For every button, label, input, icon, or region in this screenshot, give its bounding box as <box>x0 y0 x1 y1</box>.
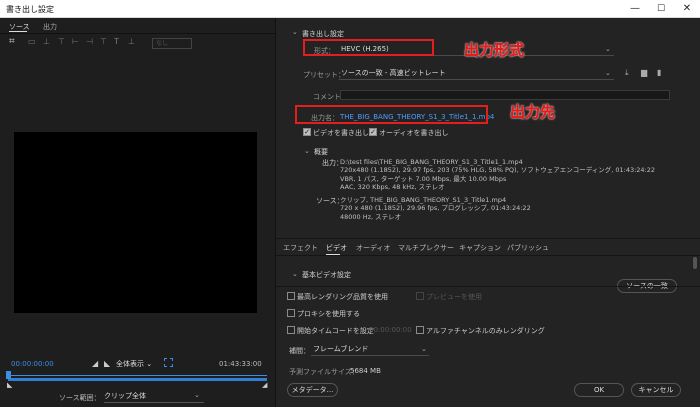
align-right-icon[interactable]: ⊢ <box>72 37 79 46</box>
summary-output-line: VBR, 1 パス, ターゲット 7.00 Mbps, 最大 10.00 Mbp… <box>340 174 507 183</box>
format-highlight-box <box>303 39 434 56</box>
delete-preset-icon[interactable]: ▮ <box>657 68 661 77</box>
out-point-icon[interactable]: ◢ <box>262 381 267 389</box>
summary-output-line: 720x480 (1.1852), 29.97 fps, 203 (75% HL… <box>340 166 656 175</box>
collapse-chevron-icon[interactable]: ⌄ <box>292 270 298 278</box>
tab-video[interactable]: ビデオ <box>326 243 347 253</box>
annotation-format: 出力形式 <box>464 41 525 59</box>
summary-source-line: 720 x 480 (1.1852), 29.96 fps, プログレッシブ, … <box>340 204 531 213</box>
source-range-label: ソース範囲： <box>59 394 101 402</box>
active-tab-indicator <box>9 31 27 32</box>
chevron-down-icon: ⌄ <box>421 345 427 353</box>
metadata-button[interactable]: メタデータ... <box>287 383 338 397</box>
scrollbar-thumb[interactable] <box>693 257 697 269</box>
align-bottom-icon[interactable]: ⊤ <box>100 37 107 46</box>
align-top-icon[interactable]: ⊤ <box>58 37 65 46</box>
close-button[interactable]: ✕ <box>674 0 700 18</box>
summary-source: クリップ, THE_BIG_BANG_THEORY_S1_3_Title1.mp… <box>340 196 531 221</box>
import-preset-icon[interactable]: ▆ <box>641 68 647 77</box>
annotation-destination: 出力先 <box>510 103 556 121</box>
summary-output: D:\test files\THE_BIG_BANG_THEORY_S1_3_T… <box>340 158 655 191</box>
ok-button[interactable]: OK <box>574 383 624 397</box>
timeline-range[interactable] <box>8 378 267 381</box>
estimated-size-label: 予測ファイルサイズ： <box>289 368 359 376</box>
max-render-label: 最高レンダリング品質を使用 <box>297 293 388 301</box>
estimated-size-value: 5684 MB <box>350 367 381 375</box>
proxy-checkbox[interactable] <box>287 309 295 317</box>
section-title-export: 書き出し設定 <box>302 30 344 38</box>
start-timecode-label: 開始タイムコードを設定 <box>297 327 374 335</box>
aspect-fit-icon[interactable] <box>164 358 173 367</box>
use-preview-label: プレビューを使用 <box>426 293 482 301</box>
export-video-checkbox[interactable]: ✓ <box>303 128 311 136</box>
in-point-icon[interactable]: ◣ <box>7 381 12 389</box>
timecode-current[interactable]: 00:00:00:00 <box>11 360 54 368</box>
align-center-icon[interactable]: ⊥ <box>43 37 50 46</box>
summary-output-line: AAC, 320 Kbps, 48 kHz, ステレオ <box>340 182 445 191</box>
window-title: 書き出し設定 <box>6 5 54 14</box>
timecode-duration: 01:43:33:00 <box>219 360 262 368</box>
playhead-handle[interactable] <box>6 371 11 379</box>
proxy-label: プロキシを使用する <box>297 310 360 318</box>
export-audio-label: オーディオを書き出し <box>379 129 449 137</box>
destination-highlight-box <box>295 105 488 124</box>
alpha-only-checkbox[interactable] <box>416 326 424 334</box>
alpha-only-label: アルファチャンネルのみレンダリング <box>426 327 545 335</box>
collapse-chevron-icon[interactable]: ⌄ <box>304 147 310 155</box>
max-render-checkbox[interactable] <box>287 292 295 300</box>
divider <box>276 286 700 287</box>
text-icon[interactable]: T <box>114 37 119 46</box>
save-preset-icon[interactable]: ⤓ <box>625 68 629 78</box>
align-middle-icon[interactable]: ⊣ <box>86 37 93 46</box>
zoom-value: 全体表示 <box>116 360 144 368</box>
title-bar: 書き出し設定 — ☐ ✕ <box>0 0 700 18</box>
minimize-button[interactable]: — <box>622 0 648 18</box>
preset-select[interactable]: ソースの一致 - 高速ビットレート <box>339 68 614 80</box>
tab-captions[interactable]: キャプション <box>459 243 501 253</box>
chevron-down-icon: ⌄ <box>605 69 611 77</box>
summary-title: 概要 <box>314 148 328 156</box>
active-tab-indicator <box>326 254 340 255</box>
overlay-select[interactable]: なし <box>152 38 192 49</box>
video-preview <box>14 132 257 313</box>
summary-source-line: 48000 Hz, ステレオ <box>340 212 402 221</box>
use-preview-checkbox[interactable] <box>416 292 424 300</box>
mark-out-icon[interactable]: ◣ <box>104 359 110 368</box>
distribute-icon[interactable]: ⊥ <box>128 37 135 46</box>
chevron-down-icon: ⌄ <box>146 360 153 368</box>
zoom-select[interactable]: 全体表示 ⌄ <box>116 359 152 369</box>
source-range-select[interactable]: クリップ全体 <box>104 391 204 403</box>
cancel-button[interactable]: キャンセル <box>631 383 681 397</box>
tab-multiplexer[interactable]: マルチプレクサー <box>398 243 454 253</box>
tab-audio[interactable]: オーディオ <box>356 243 391 253</box>
toolbar-divider <box>0 33 275 34</box>
interpolation-select[interactable]: フレームブレンド <box>311 344 429 356</box>
maximize-button[interactable]: ☐ <box>648 0 674 18</box>
export-audio-checkbox[interactable]: ✓ <box>369 128 377 136</box>
export-video-label: ビデオを書き出し <box>313 129 369 137</box>
chevron-down-icon: ⌄ <box>605 45 611 53</box>
basic-video-title: 基本ビデオ設定 <box>302 271 351 279</box>
collapse-chevron-icon[interactable]: ⌄ <box>292 28 298 36</box>
tab-output[interactable]: 出力 <box>43 22 57 32</box>
tab-effects[interactable]: エフェクト <box>283 243 318 253</box>
align-left-icon[interactable]: ▭ <box>28 37 36 46</box>
comment-input[interactable] <box>340 90 670 100</box>
crop-icon[interactable]: ⌗ <box>9 36 15 47</box>
mark-in-icon[interactable]: ◢ <box>92 359 98 368</box>
start-timecode-checkbox[interactable] <box>287 326 295 334</box>
tab-publish[interactable]: パブリッシュ <box>507 243 549 253</box>
interpolation-label: 補間： <box>289 347 310 355</box>
start-timecode-value[interactable]: 00:00:00:00 <box>369 326 412 334</box>
chevron-down-icon: ⌄ <box>194 391 200 399</box>
